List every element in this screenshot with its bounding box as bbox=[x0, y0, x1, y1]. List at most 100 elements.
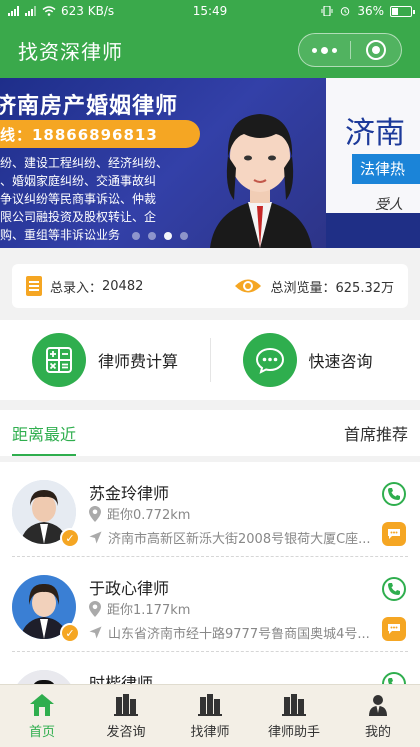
tabbar-assistant-label: 律师助手 bbox=[267, 724, 320, 740]
tool-shortcuts: 律师费计算 快速咨询 bbox=[0, 320, 420, 400]
lawyer-address: 山东省济南市经十路9777号鲁商国奥城4号... bbox=[89, 623, 377, 642]
total-views-label: 总浏览量： bbox=[270, 280, 336, 296]
stats-bar: 总录入： 20482 总浏览量： 625.32万 bbox=[12, 264, 408, 308]
verified-badge-icon: ✓ bbox=[60, 528, 80, 548]
banner-phone: 线：18866896813 bbox=[0, 126, 158, 144]
banner-side-bar bbox=[326, 213, 420, 248]
carousel-indicator bbox=[132, 232, 188, 240]
banner-text-line: 争议纠纷等民商事诉讼、仲裁 bbox=[0, 192, 157, 206]
lawyer-card[interactable]: ✓ 苏金玲律师 距你0.772km 济南市高新区新泺大街2008号银荷大厦C座.… bbox=[12, 462, 408, 557]
lawyer-distance-text: 距你1.177km bbox=[107, 603, 191, 618]
promo-banner[interactable]: 济南房产婚姻律师 线：18866896813 纷、建设工程纠纷、经济纠纷、 、婚… bbox=[0, 78, 420, 248]
lawyer-card[interactable]: 时楷律师 bbox=[12, 652, 408, 684]
tabbar-profile-label: 我的 bbox=[364, 724, 391, 740]
lawyer-name: 于政心律师 bbox=[89, 579, 170, 598]
lawyer-distance: 距你0.772km bbox=[89, 504, 190, 523]
lawyer-avatar bbox=[12, 670, 76, 684]
page-title: 找资深律师 bbox=[18, 39, 123, 64]
tabbar-find-lawyer-label: 找律师 bbox=[190, 724, 230, 740]
tabbar-consult[interactable]: 发咨询 bbox=[84, 685, 168, 747]
tab-recommended[interactable]: 首席推荐 bbox=[344, 410, 408, 456]
lawyer-address-text: 山东省济南市经十路9777号鲁商国奥城4号... bbox=[108, 627, 370, 642]
nav-bar: 找资深律师 bbox=[0, 22, 420, 78]
signal-icon-2 bbox=[25, 6, 36, 16]
lawyer-address: 济南市高新区新泺大街2008号银荷大厦C座... bbox=[89, 528, 377, 547]
lawyer-list: ✓ 苏金玲律师 距你0.772km 济南市高新区新泺大街2008号银荷大厦C座.… bbox=[0, 462, 420, 684]
user-icon bbox=[369, 694, 387, 716]
verified-badge-icon: ✓ bbox=[60, 623, 80, 643]
tab-nearest[interactable]: 距离最近 bbox=[12, 410, 77, 456]
fee-calculator-label: 律师费计算 bbox=[98, 352, 179, 371]
lawyer-card[interactable]: ✓ 于政心律师 距你1.177km 山东省济南市经十路9777号鲁商国奥城4号.… bbox=[12, 557, 408, 652]
battery-icon bbox=[390, 5, 415, 17]
banner-text-line: 纷、建设工程纠纷、经济纠纷、 bbox=[0, 156, 169, 170]
list-tabs: 距离最近 首席推荐 bbox=[0, 410, 420, 456]
target-close-icon bbox=[365, 40, 386, 60]
call-button[interactable] bbox=[382, 482, 406, 506]
signal-icon bbox=[8, 6, 19, 16]
wifi-icon bbox=[42, 6, 56, 16]
call-button[interactable] bbox=[382, 577, 406, 601]
building-icon bbox=[282, 693, 306, 716]
carousel-dot[interactable] bbox=[164, 232, 172, 240]
alarm-icon bbox=[341, 7, 350, 16]
banner-side-tag: 法律热 bbox=[352, 154, 420, 184]
vibrate-icon bbox=[321, 6, 333, 16]
status-bar: 623 KB/s 15:49 36% bbox=[0, 0, 420, 22]
battery-percent: 36% bbox=[357, 4, 384, 18]
carousel-dot[interactable] bbox=[180, 232, 188, 240]
navigation-arrow-icon bbox=[89, 531, 102, 544]
banner-side-title: 济南 bbox=[345, 116, 405, 151]
more-dot-icon bbox=[320, 46, 328, 54]
total-entries-value: 20482 bbox=[102, 278, 144, 294]
phone-icon bbox=[388, 488, 400, 500]
tabbar-home[interactable]: 首页 bbox=[0, 685, 84, 747]
message-button[interactable] bbox=[382, 522, 406, 546]
eye-icon bbox=[235, 279, 262, 293]
close-mini-program-button[interactable] bbox=[351, 34, 402, 66]
carousel-dot[interactable] bbox=[148, 232, 156, 240]
message-icon bbox=[388, 529, 400, 539]
more-dot-icon bbox=[311, 47, 317, 53]
banner-text-line: 、婚姻家庭纠纷、交通事故纠 bbox=[0, 174, 157, 188]
call-button[interactable] bbox=[382, 672, 406, 684]
tabbar-assistant[interactable]: 律师助手 bbox=[252, 685, 336, 747]
building-icon bbox=[114, 693, 138, 716]
banner-side-subtitle: 受人 bbox=[375, 197, 403, 213]
lawyer-portrait-image bbox=[210, 114, 312, 248]
navigation-arrow-icon bbox=[89, 626, 102, 639]
lawyer-address-text: 济南市高新区新泺大街2008号银荷大厦C座... bbox=[108, 532, 371, 547]
carousel-dot[interactable] bbox=[132, 232, 140, 240]
banner-text-line: 限公司融投资及股权转让、企 bbox=[0, 210, 157, 224]
fee-calculator-button[interactable]: 律师费计算 bbox=[0, 320, 210, 400]
calculator-icon bbox=[32, 333, 86, 387]
home-icon bbox=[30, 693, 54, 716]
tabbar-home-label: 首页 bbox=[28, 724, 55, 740]
more-menu-button[interactable] bbox=[299, 34, 350, 66]
total-views-value: 625.32万 bbox=[335, 280, 395, 296]
phone-icon bbox=[388, 678, 393, 684]
network-speed: 623 KB/s bbox=[61, 4, 115, 18]
more-dot-icon bbox=[331, 47, 337, 53]
message-button[interactable] bbox=[382, 617, 406, 641]
lawyer-distance: 距你1.177km bbox=[89, 599, 190, 618]
building-icon bbox=[198, 693, 222, 716]
tabbar-consult-label: 发咨询 bbox=[106, 724, 146, 740]
bottom-tab-bar: 首页 发咨询 找律师 律师助手 我的 bbox=[0, 684, 420, 747]
phone-icon bbox=[388, 583, 400, 595]
total-entries-label: 总录入： bbox=[50, 280, 103, 296]
lawyer-name: 时楷律师 bbox=[89, 674, 154, 684]
document-icon bbox=[26, 276, 42, 296]
banner-title: 济南房产婚姻律师 bbox=[0, 94, 179, 119]
location-pin-icon bbox=[89, 505, 101, 522]
quick-consult-label: 快速咨询 bbox=[308, 352, 373, 371]
lawyer-distance-text: 距你0.772km bbox=[107, 508, 191, 523]
tabbar-find-lawyer[interactable]: 找律师 bbox=[168, 685, 252, 747]
mini-program-capsule bbox=[298, 33, 402, 67]
location-pin-icon bbox=[89, 600, 101, 617]
quick-consult-button[interactable]: 快速咨询 bbox=[211, 320, 420, 400]
tabbar-profile[interactable]: 我的 bbox=[336, 685, 420, 747]
message-icon bbox=[388, 624, 400, 634]
lawyer-name: 苏金玲律师 bbox=[89, 484, 170, 503]
chat-bubble-icon bbox=[242, 333, 297, 387]
